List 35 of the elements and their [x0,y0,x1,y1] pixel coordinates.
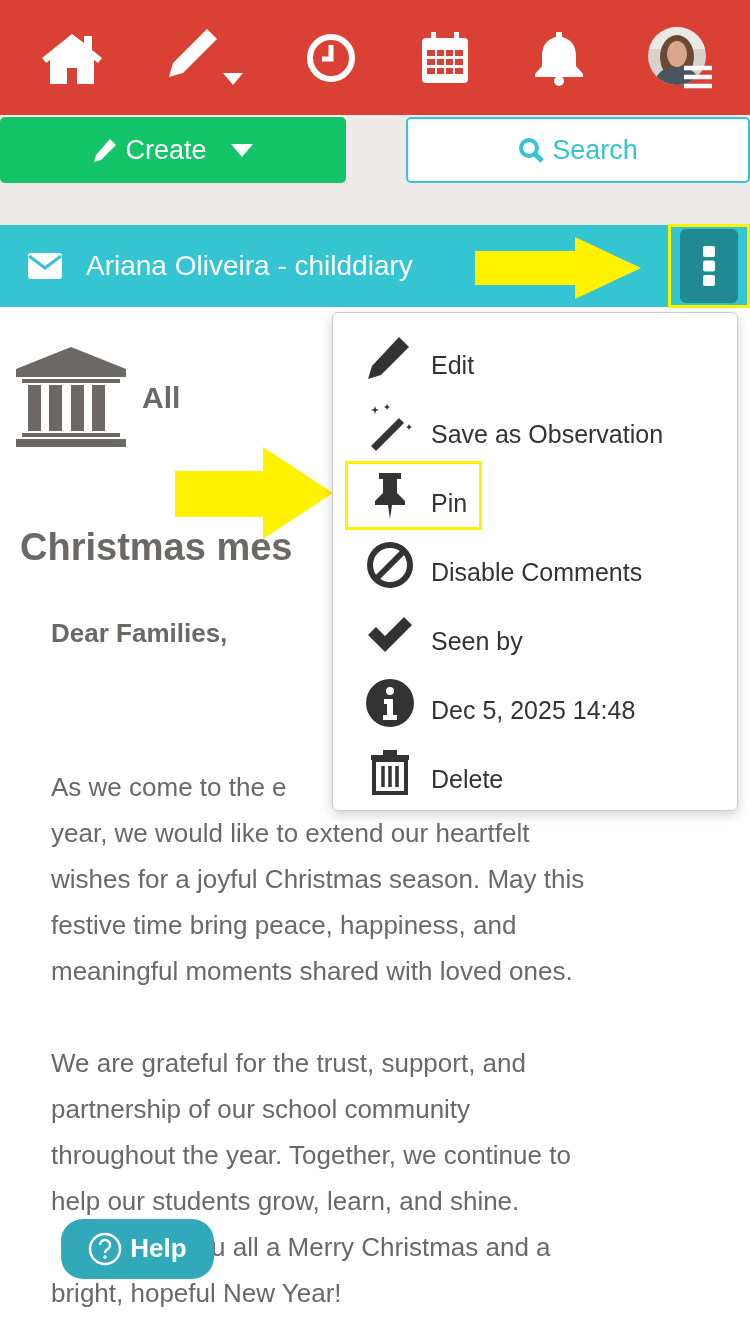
menu-item[interactable]: Edit [333,323,737,392]
paragraph-text: help our students grow, learn, and shine. [51,1186,520,1218]
audience-label: All [142,379,181,416]
menu-item[interactable]: Seen by [333,599,737,668]
info-icon [365,677,415,728]
menu-item[interactable]: Pin [333,461,737,530]
help-icon [88,1232,123,1266]
search-icon [518,137,545,163]
paragraph-text: meaningful moments shared with loved ones. [51,956,573,988]
more-options-button[interactable] [680,228,738,303]
paragraph-text: As we come to the e [51,772,287,804]
paragraph-text: partnership of our school community [51,1094,471,1126]
post-author-title: Ariana Oliveira - childdiary [86,249,413,283]
pencil-icon [93,138,118,162]
paragraph-text: wishes for a joyful Christmas season. May this [51,864,585,896]
menu-item[interactable]: Save as Observation [333,392,737,461]
paragraph-text: year, we would like to extend our heartfelt [51,818,530,850]
greeting-text: Dear Families, [51,617,228,650]
menu-item[interactable]: Delete [333,737,737,806]
kebab-icon [703,245,715,286]
menu-item[interactable]: Dec 5, 2025 14:48 [333,668,737,737]
bell-icon[interactable] [532,29,585,86]
calendar-icon[interactable] [419,30,470,85]
menu-item[interactable]: Disable Comments [333,530,737,599]
ban-icon [365,539,415,590]
institution-icon [16,347,126,447]
menu-icon[interactable] [684,64,713,89]
paragraph-text: We are grateful for the trust, support, and [51,1048,526,1080]
post-title: Christmas mes [20,525,293,570]
paragraph-text: bright, hopeful New Year! [51,1278,342,1310]
paragraph-text: festive time bring peace, happiness, and [51,910,517,942]
paragraph-text: throughout the year. Together, we continue to [51,1140,571,1172]
caret-icon [230,143,253,157]
envelope-icon [28,253,62,279]
clock-icon[interactable] [306,32,357,83]
